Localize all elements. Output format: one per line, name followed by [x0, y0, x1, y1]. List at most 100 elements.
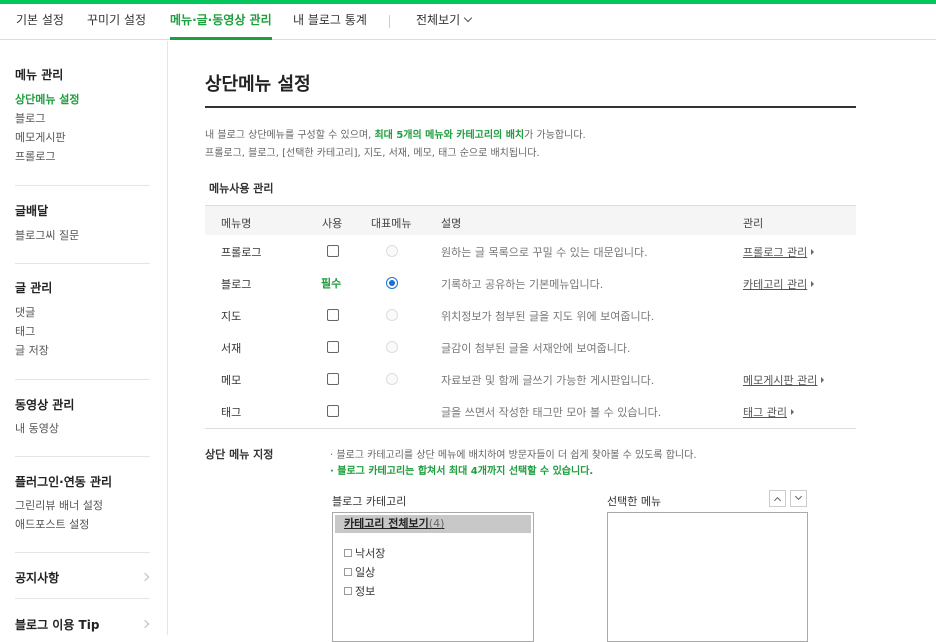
menu-name: 블로그 — [221, 278, 252, 291]
category-listbox[interactable]: 카테고리 전체보기(4) 낙서장 일상 정보 — [332, 512, 534, 642]
move-down-button[interactable] — [790, 490, 807, 507]
table-header: 메뉴명 사용 대표메뉴 설명 관리 — [205, 205, 856, 235]
sidebar-item-comments[interactable]: 댓글 — [15, 304, 35, 320]
category-item[interactable]: 정보 — [344, 583, 375, 599]
manage-link[interactable]: 메모게시판 관리 — [743, 372, 825, 388]
main-menu-radio[interactable] — [386, 309, 398, 321]
sidebar-divider — [15, 598, 150, 599]
use-checkbox[interactable] — [327, 341, 339, 353]
description-line-1: 내 블로그 상단메뉴를 구성할 수 있으며, 최대 5개의 메뉴와 카테고리의 … — [205, 126, 586, 141]
menu-name: 지도 — [221, 310, 242, 323]
triangle-right-icon — [821, 377, 825, 383]
sidebar-heading: 플러그인·연동 관리 — [15, 475, 113, 489]
use-checkbox[interactable] — [327, 373, 339, 385]
sidebar-divider — [15, 456, 150, 457]
chevron-down-icon — [463, 13, 473, 23]
folder-icon — [344, 587, 352, 595]
tab-decoration-settings[interactable]: 꾸미기 설정 — [87, 4, 146, 40]
selected-menu-listbox[interactable] — [607, 512, 808, 642]
sidebar-item-my-videos[interactable]: 내 동영상 — [15, 420, 59, 436]
table-bottom-border — [205, 428, 856, 429]
assign-note: · 블로그 카테고리를 상단 메뉴에 배치하여 방문자들이 더 쉽게 찾아볼 수… — [330, 450, 697, 461]
manage-link-label: 태그 관리 — [743, 406, 787, 419]
sidebar-item-tags[interactable]: 태그 — [15, 323, 35, 339]
menu-description: 자료보관 및 함께 글쓰기 가능한 게시판입니다. — [441, 374, 655, 387]
category-item[interactable]: 낙서장 — [344, 545, 385, 561]
sidebar: 메뉴 관리 상단메뉴 설정 블로그 메모게시판 프롤로그 글배달 블로그씨 질문… — [0, 41, 168, 635]
table-row: 지도 위치정보가 첨부된 글을 지도 위에 보여줍니다. — [205, 299, 856, 331]
sidebar-divider — [15, 552, 150, 553]
sidebar-item-top-menu[interactable]: 상단메뉴 설정 — [15, 91, 80, 107]
sidebar-divider — [15, 185, 150, 186]
sidebar-notice[interactable]: 공지사항 — [0, 569, 150, 585]
sidebar-heading: 글 관리 — [15, 281, 53, 295]
nav-divider — [389, 15, 390, 28]
sidebar-item-memo-board[interactable]: 메모게시판 — [15, 129, 66, 145]
top-menu-assign-heading: 상단 메뉴 지정 — [205, 448, 274, 461]
description-line-2: 프롤로그, 블로그, [선택한 카테고리], 지도, 서재, 메모, 태그 순으… — [205, 148, 540, 159]
col-manage: 관리 — [743, 217, 764, 230]
all-categories-label: 카테고리 전체보기 — [344, 517, 429, 530]
manage-link-label: 카테고리 관리 — [743, 278, 808, 291]
menu-name: 태그 — [221, 406, 242, 419]
menu-description: 기록하고 공유하는 기본메뉴입니다. — [441, 278, 604, 291]
menu-usage-heading: 메뉴사용 관리 — [209, 182, 274, 195]
sidebar-notice-label: 공지사항 — [15, 571, 60, 585]
col-use: 사용 — [322, 217, 343, 230]
sidebar-tips[interactable]: 블로그 이용 Tip — [0, 616, 150, 632]
use-checkbox[interactable] — [327, 245, 339, 257]
menu-description: 원하는 글 목록으로 꾸밀 수 있는 대문입니다. — [441, 246, 648, 259]
table-row: 블로그 필수 기록하고 공유하는 기본메뉴입니다. 카테고리 관리 — [205, 267, 856, 299]
category-label: 일상 — [355, 566, 376, 579]
category-label: 낙서장 — [355, 547, 386, 560]
page-title: 상단메뉴 설정 — [205, 74, 311, 95]
sidebar-item-prologue[interactable]: 프롤로그 — [15, 148, 55, 164]
sidebar-item-blogc-question[interactable]: 블로그씨 질문 — [15, 227, 79, 243]
all-view-label: 전체보기 — [416, 13, 461, 27]
title-underline — [205, 106, 856, 108]
category-item[interactable]: 일상 — [344, 564, 375, 580]
manage-link[interactable]: 태그 관리 — [743, 404, 794, 420]
chevron-up-icon — [773, 496, 782, 505]
folder-icon — [344, 549, 352, 557]
menu-description: 위치정보가 첨부된 글을 지도 위에 보여줍니다. — [441, 310, 655, 323]
sidebar-heading: 메뉴 관리 — [15, 68, 64, 82]
sidebar-item-post-save[interactable]: 글 저장 — [15, 342, 49, 358]
menu-description: 글감이 첨부된 글을 서재안에 보여줍니다. — [441, 342, 631, 355]
manage-link[interactable]: 프롤로그 관리 — [743, 244, 815, 260]
assign-note-highlight: · 블로그 카테고리는 합쳐서 최대 4개까지 선택할 수 있습니다. — [330, 466, 594, 477]
main-menu-radio[interactable] — [386, 373, 398, 385]
table-row: 서재 글감이 첨부된 글을 서재안에 보여줍니다. — [205, 331, 856, 363]
table-row: 태그 글을 쓰면서 작성한 태그만 모아 볼 수 있습니다. 태그 관리 — [205, 395, 856, 427]
folder-icon — [344, 568, 352, 576]
all-categories-item[interactable]: 카테고리 전체보기(4) — [335, 515, 531, 533]
use-checkbox[interactable] — [327, 405, 339, 417]
sidebar-tips-label: 블로그 이용 Tip — [15, 618, 100, 632]
category-count: (4) — [428, 517, 445, 530]
desc-text: 내 블로그 상단메뉴를 구성할 수 있으며, — [205, 130, 375, 141]
tab-blog-stats[interactable]: 내 블로그 통계 — [293, 4, 367, 40]
main-menu-radio[interactable] — [386, 277, 398, 289]
move-up-button[interactable] — [769, 490, 786, 507]
all-view-dropdown[interactable]: 전체보기 — [416, 4, 473, 40]
main-menu-radio[interactable] — [386, 341, 398, 353]
sidebar-item-adpost[interactable]: 애드포스트 설정 — [15, 516, 89, 532]
chevron-right-icon — [140, 619, 150, 629]
sidebar-item-green-review-banner[interactable]: 그린리뷰 배너 설정 — [15, 497, 103, 513]
use-checkbox[interactable] — [327, 309, 339, 321]
triangle-right-icon — [811, 249, 815, 255]
sidebar-divider — [15, 379, 150, 380]
desc-highlight: 최대 5개의 메뉴와 카테고리의 배치 — [374, 130, 525, 141]
main-menu-radio[interactable] — [386, 245, 398, 257]
chevron-right-icon — [140, 572, 150, 582]
required-label: 필수 — [321, 277, 342, 290]
manage-link-label: 프롤로그 관리 — [743, 246, 808, 259]
table-row: 메모 자료보관 및 함께 글쓰기 가능한 게시판입니다. 메모게시판 관리 — [205, 363, 856, 395]
manage-link-label: 메모게시판 관리 — [743, 374, 818, 387]
col-menu-name: 메뉴명 — [221, 217, 252, 230]
tab-basic-settings[interactable]: 기본 설정 — [16, 4, 64, 40]
manage-link[interactable]: 카테고리 관리 — [743, 276, 815, 292]
top-navigation: 기본 설정 꾸미기 설정 메뉴·글·동영상 관리 내 블로그 통계 전체보기 — [0, 4, 936, 40]
sidebar-item-blog[interactable]: 블로그 — [15, 110, 45, 126]
tab-menu-post-video[interactable]: 메뉴·글·동영상 관리 — [170, 4, 272, 40]
